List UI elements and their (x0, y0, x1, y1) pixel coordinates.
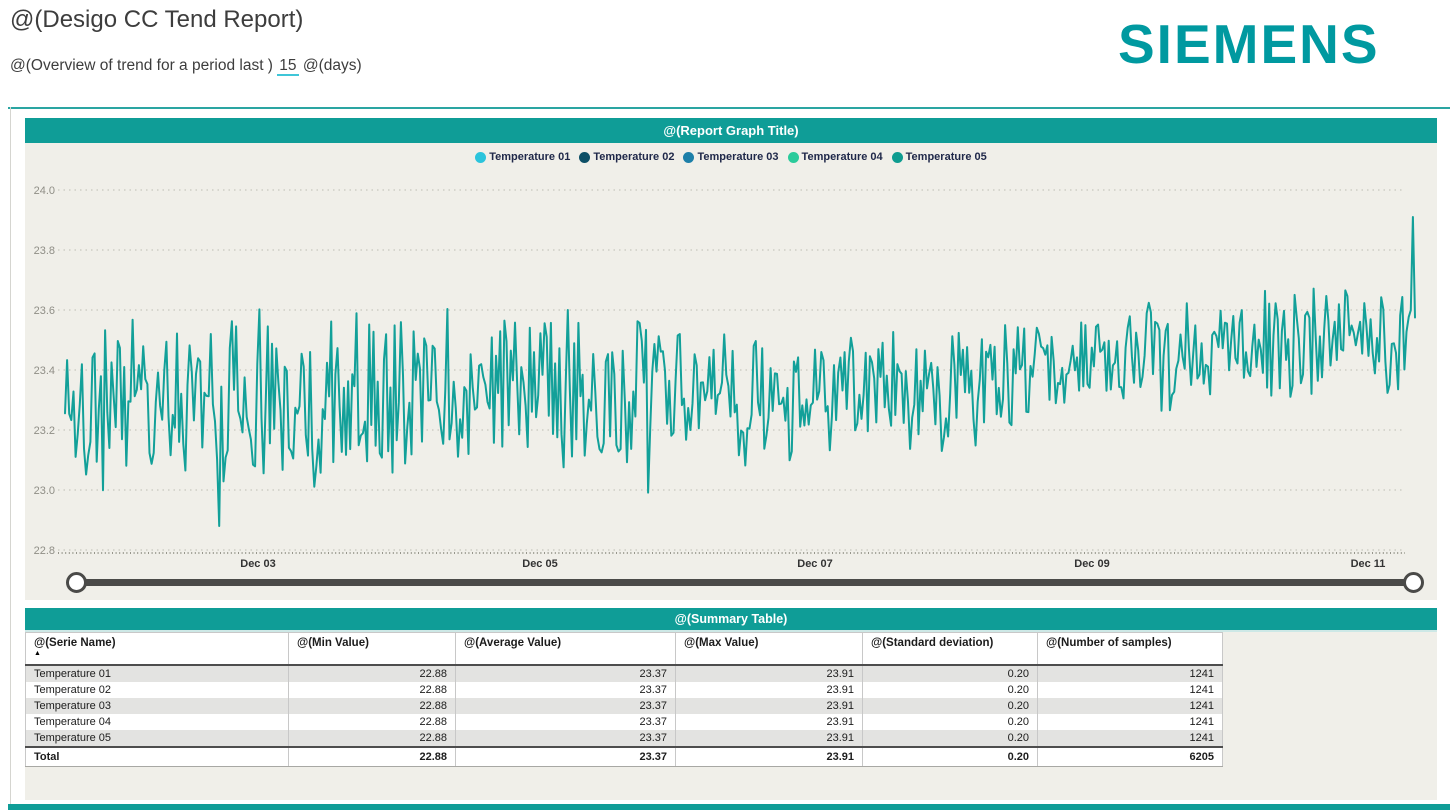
y-axis-tick-label: 23.4 (34, 365, 55, 377)
cell-max: 23.91 (676, 682, 863, 698)
total-label: Total (26, 747, 289, 767)
cell-std: 0.20 (863, 698, 1038, 714)
cell-avg: 23.37 (456, 682, 676, 698)
cell-std: 0.20 (863, 730, 1038, 747)
cell-max: 23.91 (676, 730, 863, 747)
bottom-accent-bar (8, 804, 1450, 810)
table-row-temperature-05: Temperature 0522.8823.3723.910.201241 (26, 730, 1223, 747)
x-axis-tick-label: Dec 05 (522, 558, 557, 570)
cell-samples: 1241 (1038, 665, 1223, 682)
slider-handle-right[interactable] (1403, 572, 1424, 593)
cell-std: 0.20 (863, 714, 1038, 730)
header-divider (8, 107, 1450, 109)
x-axis-tick-label: Dec 11 (1351, 558, 1386, 570)
cell-avg: 23.37 (456, 665, 676, 682)
total-avg: 23.37 (456, 747, 676, 767)
table-row-temperature-03: Temperature 0322.8823.3723.910.201241 (26, 698, 1223, 714)
subtitle-suffix: @(days) (303, 57, 362, 74)
cell-std: 0.20 (863, 665, 1038, 682)
cell-samples: 1241 (1038, 730, 1223, 747)
table-header-row: @(Serie Name)▲@(Min Value)@(Average Valu… (26, 633, 1223, 666)
x-axis-tick-label: Dec 09 (1074, 558, 1109, 570)
cell-avg: 23.37 (456, 730, 676, 747)
slider-handle-left[interactable] (66, 572, 87, 593)
page-left-border (10, 107, 11, 810)
y-axis-tick-label: 23.0 (34, 485, 55, 497)
cell-max: 23.91 (676, 714, 863, 730)
table-row-temperature-02: Temperature 0222.8823.3723.910.201241 (26, 682, 1223, 698)
column-header-serie-name[interactable]: @(Serie Name)▲ (26, 633, 289, 666)
x-axis-tick-label: Dec 07 (797, 558, 832, 570)
cell-serie-name: Temperature 01 (26, 665, 289, 682)
y-axis-tick-label: 22.8 (34, 545, 55, 557)
days-parameter-field[interactable]: 15 (277, 57, 298, 76)
cell-min: 22.88 (289, 665, 456, 682)
cell-serie-name: Temperature 03 (26, 698, 289, 714)
cell-serie-name: Temperature 04 (26, 714, 289, 730)
cell-samples: 1241 (1038, 714, 1223, 730)
cell-serie-name: Temperature 02 (26, 682, 289, 698)
column-header-standard-deviation[interactable]: @(Standard deviation) (863, 633, 1038, 666)
total-max: 23.91 (676, 747, 863, 767)
chart-panel: @(Report Graph Title) Temperature 01Temp… (25, 118, 1437, 600)
x-axis-tick-label: Dec 03 (240, 558, 275, 570)
table-row-temperature-04: Temperature 0422.8823.3723.910.201241 (26, 714, 1223, 730)
cell-samples: 1241 (1038, 682, 1223, 698)
temperature-trend-line (65, 217, 1415, 526)
chart-panel-title: @(Report Graph Title) (25, 118, 1437, 143)
total-std: 0.20 (863, 747, 1038, 767)
cell-max: 23.91 (676, 698, 863, 714)
column-header-average-value[interactable]: @(Average Value) (456, 633, 676, 666)
cell-min: 22.88 (289, 730, 456, 747)
report-page: @(Desigo CC Tend Report) @(Overview of t… (0, 0, 1450, 810)
y-axis-tick-label: 23.6 (34, 305, 55, 317)
sort-ascending-icon: ▲ (34, 651, 280, 657)
trend-chart: 24.0 23.8 23.6 23.4 23.2 23.0 22.8 Dec 03 Dec 05… (25, 143, 1437, 573)
siemens-logo: SIEMENS (1118, 12, 1380, 76)
subtitle-prefix: @(Overview of trend for a period last ) (10, 57, 273, 74)
y-axis-tick-label: 23.2 (34, 425, 55, 437)
table-total-row: Total22.8823.3723.910.206205 (26, 747, 1223, 767)
table-row-temperature-01: Temperature 0122.8823.3723.910.201241 (26, 665, 1223, 682)
column-header-max-value[interactable]: @(Max Value) (676, 633, 863, 666)
cell-avg: 23.37 (456, 714, 676, 730)
y-axis-tick-label: 24.0 (34, 185, 55, 197)
table-panel-title: @(Summary Table) (25, 608, 1437, 632)
cell-samples: 1241 (1038, 698, 1223, 714)
summary-table: @(Serie Name)▲@(Min Value)@(Average Valu… (25, 632, 1223, 767)
cell-max: 23.91 (676, 665, 863, 682)
time-range-slider-track[interactable] (76, 579, 1413, 586)
cell-serie-name: Temperature 05 (26, 730, 289, 747)
total-samples: 6205 (1038, 747, 1223, 767)
column-header-number-of-samples[interactable]: @(Number of samples) (1038, 633, 1223, 666)
cell-avg: 23.37 (456, 698, 676, 714)
cell-min: 22.88 (289, 682, 456, 698)
column-header-min-value[interactable]: @(Min Value) (289, 633, 456, 666)
y-axis-tick-label: 23.8 (34, 245, 55, 257)
cell-min: 22.88 (289, 714, 456, 730)
total-min: 22.88 (289, 747, 456, 767)
page-subtitle: @(Overview of trend for a period last ) … (10, 57, 362, 75)
page-title: @(Desigo CC Tend Report) (10, 6, 303, 34)
cell-std: 0.20 (863, 682, 1038, 698)
cell-min: 22.88 (289, 698, 456, 714)
summary-table-panel: @(Summary Table) @(Serie Name)▲@(Min Val… (25, 608, 1437, 800)
